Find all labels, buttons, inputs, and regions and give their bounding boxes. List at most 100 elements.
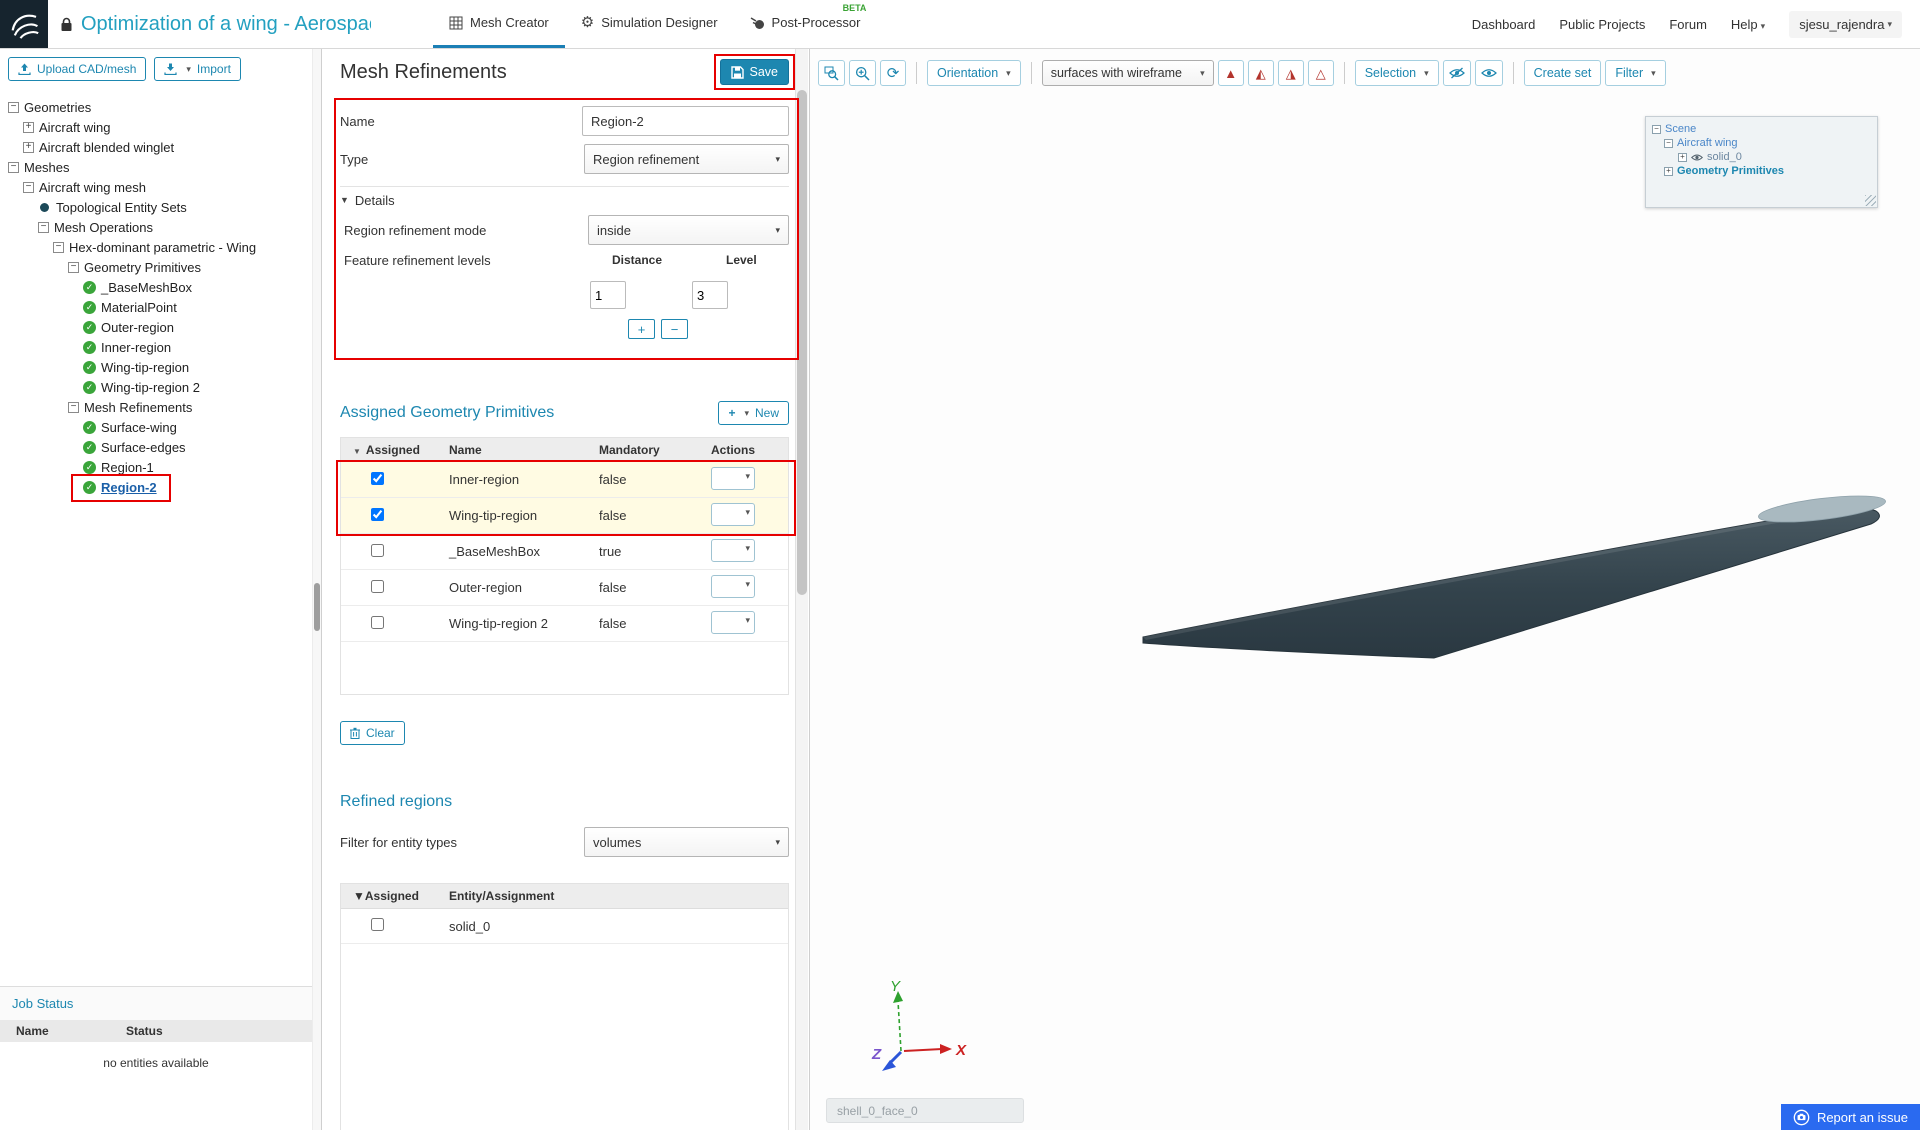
expand-icon[interactable]: + [23, 122, 34, 133]
zoom-extents-button[interactable] [849, 60, 876, 86]
name-input[interactable] [582, 106, 789, 136]
orientation-button[interactable]: Orientation ▾ [927, 60, 1021, 86]
level-input[interactable] [692, 281, 728, 309]
panel-scrollbar-thumb[interactable] [797, 90, 807, 595]
show-selection-button[interactable] [1475, 60, 1503, 86]
create-set-button[interactable]: Create set [1524, 60, 1602, 86]
collapse-icon[interactable]: − [53, 242, 64, 253]
tree-item-outer-region[interactable]: ✓Outer-region [0, 317, 321, 337]
app-logo[interactable] [0, 0, 48, 48]
scene-tree-panel[interactable]: − Scene − Aircraft wing + solid_0 + Geom… [1645, 116, 1878, 208]
mesh-quality-solid-button[interactable]: ▲ [1218, 60, 1244, 86]
tree-item-wing-tip-region[interactable]: ✓Wing-tip-region [0, 357, 321, 377]
save-button[interactable]: Save [720, 59, 790, 85]
visibility-eye-icon[interactable] [1691, 153, 1703, 162]
tree-item-aircraft-blended-winglet[interactable]: +Aircraft blended winglet [0, 137, 321, 157]
reset-view-button[interactable]: ⟳ [880, 60, 906, 86]
remove-level-button[interactable]: − [661, 319, 688, 339]
tree-item-inner-region[interactable]: ✓Inner-region [0, 337, 321, 357]
tree-item-region-1[interactable]: ✓Region-1 [0, 457, 321, 477]
project-title[interactable]: Optimization of a wing - Aerospac... [81, 13, 371, 36]
tree-item-aircraft-wing[interactable]: +Aircraft wing [0, 117, 321, 137]
collapse-icon[interactable]: − [1652, 125, 1661, 134]
filter-button[interactable]: Filter ▾ [1605, 60, 1665, 86]
collapse-icon[interactable]: − [8, 162, 19, 173]
scene-node-solid-0[interactable]: solid_0 [1707, 151, 1742, 163]
clear-button[interactable]: Clear [340, 721, 405, 745]
scene-node-geometry-primitives[interactable]: Geometry Primitives [1677, 165, 1784, 177]
tree-item-geometry-primitives[interactable]: −Geometry Primitives [0, 257, 321, 277]
scene-node-root[interactable]: Scene [1665, 123, 1696, 135]
collapse-icon[interactable]: − [1664, 139, 1673, 148]
sidebar-scrollbar[interactable] [312, 48, 321, 1130]
tree-item-materialpoint[interactable]: ✓MaterialPoint [0, 297, 321, 317]
panel-scrollbar[interactable] [795, 48, 808, 1130]
mesh-quality-left-button[interactable]: ◭ [1248, 60, 1274, 86]
nav-forum[interactable]: Forum [1669, 17, 1707, 32]
nav-public-projects[interactable]: Public Projects [1559, 17, 1645, 32]
tab-post-processor[interactable]: BETA Post-Processor [734, 0, 877, 48]
sort-caret-icon[interactable]: ▼ [353, 889, 365, 903]
type-select[interactable]: Region refinement ▾ [584, 144, 789, 174]
assigned-checkbox[interactable] [371, 508, 384, 521]
entity-filter-select[interactable]: volumes ▾ [584, 827, 789, 857]
collapse-icon[interactable]: − [68, 262, 79, 273]
scene-node-aircraft-wing[interactable]: Aircraft wing [1677, 137, 1738, 149]
new-primitive-button[interactable]: + ▾ New [718, 401, 789, 425]
nav-dashboard[interactable]: Dashboard [1472, 17, 1536, 32]
tree-item-topological-entity-sets[interactable]: Topological Entity Sets [0, 197, 321, 217]
tree-item-mesh-operations[interactable]: −Mesh Operations [0, 217, 321, 237]
expand-icon[interactable]: + [1678, 153, 1687, 162]
job-status-title[interactable]: Job Status [0, 987, 312, 1020]
tree-item-label: Hex-dominant parametric - Wing [69, 240, 256, 255]
row-actions-select[interactable]: ▾ [711, 503, 755, 526]
mesh-quality-outline-button[interactable]: △ [1308, 60, 1334, 86]
resize-handle[interactable] [1865, 195, 1876, 206]
selection-button[interactable]: Selection ▾ [1355, 60, 1439, 86]
assigned-checkbox[interactable] [371, 616, 384, 629]
tree-item-geometries[interactable]: −Geometries [0, 97, 321, 117]
assigned-checkbox[interactable] [371, 544, 384, 557]
assigned-checkbox[interactable] [371, 580, 384, 593]
region-mode-select[interactable]: inside ▾ [588, 215, 789, 245]
user-menu[interactable]: sjesu_rajendra ▾ [1789, 11, 1902, 38]
tree-item-basemeshbox[interactable]: ✓_BaseMeshBox [0, 277, 321, 297]
tab-mesh-creator[interactable]: Mesh Creator [433, 0, 565, 48]
tree-item-meshes[interactable]: −Meshes [0, 157, 321, 177]
collapse-icon[interactable]: − [8, 102, 19, 113]
import-button[interactable]: ▾ Import [154, 57, 241, 81]
sort-caret-icon[interactable]: ▼ [353, 447, 361, 456]
add-level-button[interactable]: + [628, 319, 655, 339]
tree-item-surface-wing[interactable]: ✓Surface-wing [0, 417, 321, 437]
details-toggle[interactable]: ▼ Details [340, 191, 789, 209]
distance-input[interactable] [590, 281, 626, 309]
nav-help[interactable]: Help▾ [1731, 17, 1765, 32]
collapse-icon[interactable]: − [23, 182, 34, 193]
tree-item-hex-dominant-parametric-wing[interactable]: −Hex-dominant parametric - Wing [0, 237, 321, 257]
sidebar-scrollbar-thumb[interactable] [314, 583, 320, 631]
expand-icon[interactable]: + [1664, 167, 1673, 176]
tree-item-aircraft-wing-mesh[interactable]: −Aircraft wing mesh [0, 177, 321, 197]
collapse-icon[interactable]: − [68, 402, 79, 413]
viewport-3d[interactable]: ⟳ Orientation ▾ surfaces with wireframe … [810, 48, 1920, 1130]
upload-cad-button[interactable]: Upload CAD/mesh [8, 57, 146, 81]
collapse-icon[interactable]: − [38, 222, 49, 233]
tree-item-surface-edges[interactable]: ✓Surface-edges [0, 437, 321, 457]
tab-simulation-designer[interactable]: ⚙ Simulation Designer [565, 0, 734, 48]
wing-model[interactable] [810, 48, 1920, 1130]
assigned-checkbox[interactable] [371, 472, 384, 485]
row-actions-select[interactable]: ▾ [711, 575, 755, 598]
row-actions-select[interactable]: ▾ [711, 611, 755, 634]
expand-icon[interactable]: + [23, 142, 34, 153]
render-mode-select[interactable]: surfaces with wireframe ▾ [1042, 60, 1214, 86]
row-actions-select[interactable]: ▾ [711, 539, 755, 562]
mesh-quality-right-button[interactable]: ◮ [1278, 60, 1304, 86]
refined-checkbox[interactable] [371, 918, 384, 931]
zoom-window-button[interactable] [818, 60, 845, 86]
tree-item-mesh-refinements[interactable]: −Mesh Refinements [0, 397, 321, 417]
hide-selection-button[interactable] [1443, 60, 1471, 86]
row-actions-select[interactable]: ▾ [711, 467, 755, 490]
tree-item-region-2[interactable]: ✓Region-2 [0, 477, 321, 497]
report-issue-button[interactable]: Report an issue [1781, 1104, 1920, 1130]
tree-item-wing-tip-region-2[interactable]: ✓Wing-tip-region 2 [0, 377, 321, 397]
